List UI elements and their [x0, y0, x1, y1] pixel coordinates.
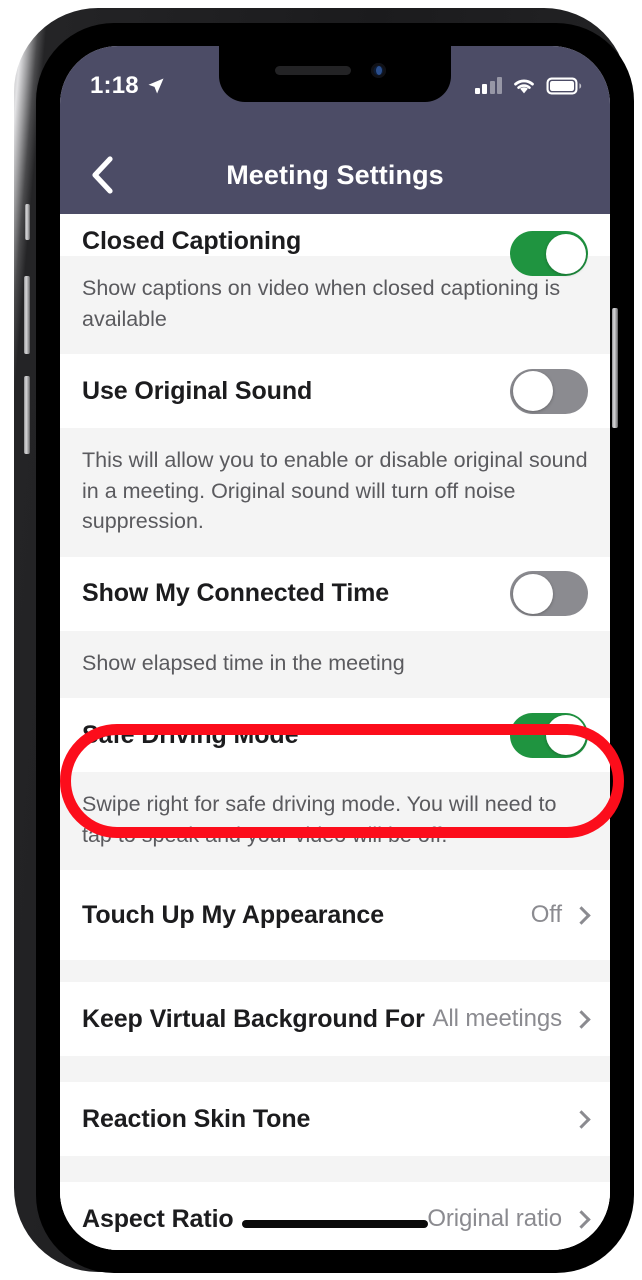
setting-description: This will allow you to enable or disable… [60, 428, 610, 557]
setting-row-reaction-skin-tone[interactable]: Reaction Skin Tone [60, 1082, 610, 1157]
setting-row-use-original-sound[interactable]: Use Original Sound [60, 354, 610, 429]
setting-label: Aspect Ratio [82, 1204, 234, 1233]
chevron-right-icon [572, 905, 591, 925]
setting-label: Safe Driving Mode [82, 720, 299, 749]
phone-frame: 1:18 Meeting Settings Closed Captioning … [14, 8, 634, 1273]
wifi-icon [514, 79, 534, 94]
home-indicator[interactable] [242, 1220, 428, 1228]
status-bar-left: 1:18 [90, 72, 166, 100]
setting-label: Touch Up My Appearance [82, 900, 385, 929]
setting-row-touch-up-my-appearance[interactable]: Touch Up My Appearance Off [60, 870, 610, 961]
setting-label: Reaction Skin Tone [82, 1104, 311, 1133]
section-gap [60, 960, 610, 983]
page-title: Meeting Settings [226, 159, 444, 190]
cellular-signal-icon [474, 77, 502, 94]
setting-description: Show elapsed time in the meeting [60, 630, 610, 699]
chevron-right-icon [572, 1209, 591, 1229]
location-arrow-icon [148, 78, 164, 94]
chevron-left-icon [92, 156, 113, 194]
setting-label: Use Original Sound [82, 376, 313, 405]
toggle-knob [512, 371, 553, 412]
closed-captioning-toggle[interactable] [510, 231, 588, 276]
phone-screen: 1:18 Meeting Settings Closed Captioning … [60, 46, 610, 1250]
section-gap [60, 1056, 610, 1083]
setting-label: Show My Connected Time [82, 579, 390, 608]
setting-label: Keep Virtual Background For [82, 1004, 425, 1033]
setting-row-show-my-connected-time[interactable]: Show My Connected Time [60, 556, 610, 631]
setting-row-aspect-ratio[interactable]: Aspect Ratio Original ratio [60, 1182, 610, 1250]
volume-up-button[interactable] [24, 276, 30, 354]
setting-row-right: All meetings [432, 1005, 591, 1033]
notch [219, 46, 451, 102]
show-my-connected-time-toggle[interactable] [510, 571, 588, 617]
setting-description: Swipe right for safe driving mode. You w… [60, 772, 610, 871]
chevron-right-icon [572, 1009, 591, 1029]
toggle-knob [545, 233, 586, 274]
front-camera-icon [371, 63, 386, 78]
power-button[interactable] [612, 308, 618, 428]
section-gap [60, 1156, 610, 1183]
setting-row-right [562, 1109, 591, 1129]
use-original-sound-toggle[interactable] [510, 368, 588, 414]
setting-row-closed-captioning[interactable]: Closed Captioning [60, 214, 610, 276]
speaker-grille-icon [275, 66, 351, 75]
status-bar: 1:18 [60, 46, 610, 136]
toggle-knob [545, 715, 586, 756]
setting-row-right: Off [530, 901, 591, 929]
setting-label: Closed Captioning [82, 227, 302, 255]
setting-row-keep-virtual-background-for[interactable]: Keep Virtual Background For All meetings [60, 982, 610, 1057]
safe-driving-mode-toggle[interactable] [510, 712, 588, 758]
navigation-header: Meeting Settings [60, 136, 610, 214]
battery-icon [546, 77, 582, 94]
setting-row-safe-driving-mode[interactable]: Safe Driving Mode [60, 698, 610, 773]
silent-switch-button[interactable] [25, 204, 30, 240]
toggle-knob [512, 573, 553, 614]
settings-list[interactable]: Closed Captioning Show captions on video… [60, 214, 610, 1250]
status-bar-clock: 1:18 [90, 72, 139, 99]
setting-value: Off [530, 901, 562, 929]
setting-value: Original ratio [427, 1205, 562, 1233]
status-bar-right [474, 76, 583, 95]
chevron-right-icon [572, 1109, 591, 1129]
volume-down-button[interactable] [24, 376, 30, 454]
back-button[interactable] [74, 136, 130, 214]
setting-row-right: Original ratio [427, 1205, 591, 1233]
setting-value: All meetings [432, 1005, 562, 1033]
